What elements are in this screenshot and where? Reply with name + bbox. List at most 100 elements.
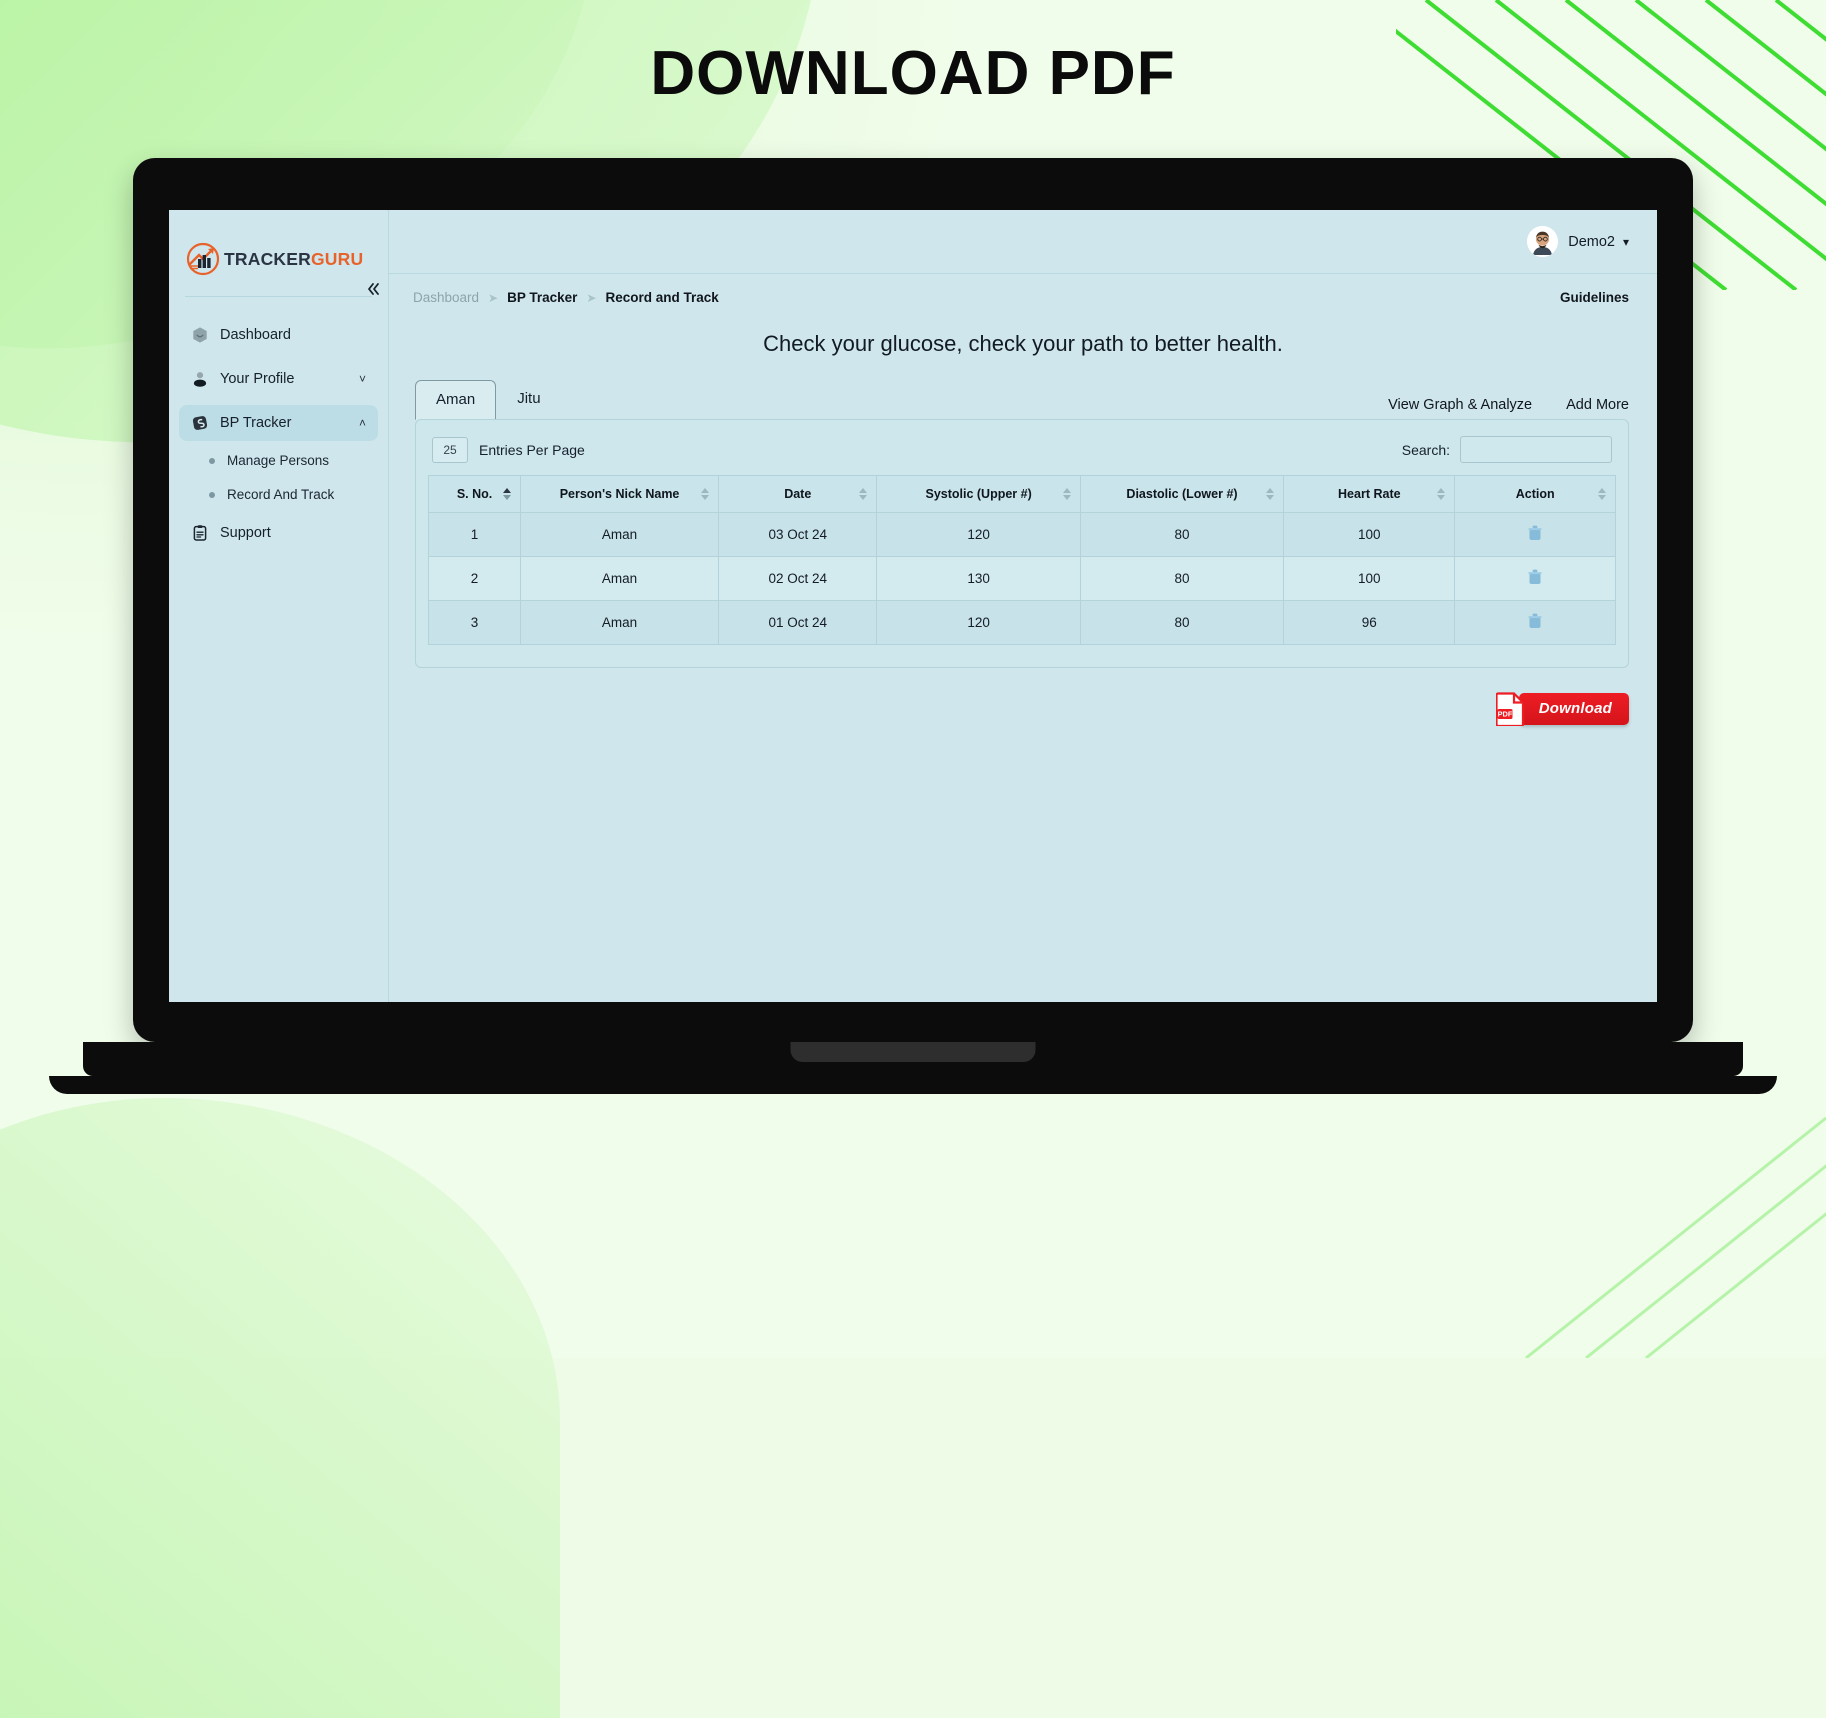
cell-nick-name: Aman bbox=[520, 512, 720, 557]
chevron-left-double-icon[interactable] bbox=[362, 278, 384, 300]
add-more-link[interactable]: Add More bbox=[1566, 397, 1629, 413]
breadcrumb-item-bp-tracker[interactable]: BP Tracker bbox=[507, 290, 577, 305]
cell-diastolic: 80 bbox=[1079, 556, 1285, 601]
tab-jitu[interactable]: Jitu bbox=[496, 379, 561, 419]
dashboard-icon bbox=[191, 326, 209, 344]
column-header-heart-rate[interactable]: Heart Rate bbox=[1283, 475, 1456, 513]
laptop-body: TRACKERGURU Dashboard Your Profile ˅ BP … bbox=[133, 158, 1693, 1042]
page-title: DOWNLOAD PDF bbox=[650, 39, 1176, 108]
sidebar-subitem-label: Record And Track bbox=[227, 487, 335, 502]
cell-date: 01 Oct 24 bbox=[718, 600, 878, 645]
sidebar-item-your-profile[interactable]: Your Profile ˅ bbox=[179, 361, 378, 397]
bullet-icon bbox=[209, 457, 215, 464]
breadcrumb-bar: Dashboard ➤ BP Tracker ➤ Record and Trac… bbox=[389, 274, 1657, 305]
cell-nick-name: Aman bbox=[520, 556, 720, 601]
breadcrumb-item-record-and-track[interactable]: Record and Track bbox=[605, 290, 718, 305]
breadcrumb-separator-icon: ➤ bbox=[488, 290, 499, 305]
column-label: Action bbox=[1515, 487, 1555, 501]
laptop-screen: TRACKERGURU Dashboard Your Profile ˅ BP … bbox=[169, 210, 1657, 1002]
entries-per-page-select[interactable]: 25 bbox=[432, 436, 468, 463]
sidebar-subnav: Manage Persons Record And Track bbox=[179, 447, 378, 508]
column-header-sno[interactable]: S. No. bbox=[427, 475, 522, 513]
sort-icon[interactable] bbox=[1062, 488, 1071, 500]
view-graph-analyze-link[interactable]: View Graph & Analyze bbox=[1388, 397, 1532, 413]
laptop-trackpad-notch bbox=[790, 1042, 1036, 1062]
sidebar-item-manage-persons[interactable]: Manage Persons bbox=[207, 447, 378, 474]
sort-icon[interactable] bbox=[1598, 488, 1606, 500]
cell-sno: 3 bbox=[427, 600, 522, 645]
chevron-down-icon: ˅ bbox=[358, 372, 366, 386]
laptop-base bbox=[83, 1042, 1743, 1076]
entries-per-page: 25 Entries Per Page bbox=[432, 436, 585, 463]
cell-heart-rate: 96 bbox=[1283, 600, 1456, 645]
cell-action bbox=[1454, 512, 1616, 557]
laptop-foot bbox=[49, 1076, 1777, 1094]
cell-systolic: 120 bbox=[876, 600, 1081, 645]
topbar: Demo2 ▾ bbox=[389, 210, 1657, 274]
table-body: 1 Aman 03 Oct 24 120 80 100 2 Aman 02 Oc… bbox=[427, 512, 1616, 645]
column-header-date[interactable]: Date bbox=[718, 475, 878, 513]
column-header-nick-name[interactable]: Person's Nick Name bbox=[520, 475, 720, 513]
search-input[interactable] bbox=[1460, 436, 1612, 463]
search-label: Search: bbox=[1401, 441, 1450, 458]
column-header-diastolic[interactable]: Diastolic (Lower #) bbox=[1079, 475, 1285, 513]
guidelines-link[interactable]: Guidelines bbox=[1560, 290, 1629, 305]
column-label: Date bbox=[784, 487, 812, 501]
sort-icon[interactable] bbox=[1437, 488, 1446, 500]
cell-systolic: 120 bbox=[876, 512, 1081, 557]
brand-name: TRACKERGURU bbox=[224, 249, 363, 270]
sort-icon[interactable] bbox=[701, 488, 710, 500]
table-row: 2 Aman 02 Oct 24 130 80 100 bbox=[427, 556, 1616, 601]
cell-heart-rate: 100 bbox=[1283, 512, 1456, 557]
svg-text:PDF: PDF bbox=[1497, 710, 1512, 719]
tabs: Aman Jitu bbox=[415, 379, 562, 420]
column-label: Diastolic (Lower #) bbox=[1126, 487, 1238, 501]
column-label: Heart Rate bbox=[1338, 487, 1401, 501]
records-table: S. No. Person's Nick Name Date Systolic … bbox=[427, 475, 1616, 645]
sidebar-item-record-and-track[interactable]: Record And Track bbox=[207, 481, 378, 508]
main-content: Demo2 ▾ Dashboard ➤ BP Tracker ➤ Record … bbox=[389, 210, 1657, 1002]
sidebar-item-support[interactable]: Support bbox=[179, 515, 378, 551]
cell-date: 02 Oct 24 bbox=[718, 556, 878, 601]
sidebar-item-label: BP Tracker bbox=[220, 415, 292, 431]
chevron-down-icon[interactable]: ▾ bbox=[1623, 235, 1629, 249]
trash-icon[interactable] bbox=[1528, 569, 1542, 585]
cell-action bbox=[1454, 556, 1616, 601]
bp-tracker-icon bbox=[191, 414, 209, 432]
brand[interactable]: TRACKERGURU bbox=[169, 220, 388, 294]
sidebar-item-bp-tracker[interactable]: BP Tracker ˄ bbox=[179, 405, 378, 441]
column-label: S. No. bbox=[456, 487, 493, 501]
trash-icon[interactable] bbox=[1528, 525, 1542, 541]
search-area: Search: bbox=[1402, 436, 1612, 463]
page-headline: Check your glucose, check your path to b… bbox=[763, 331, 1283, 356]
cell-sno: 1 bbox=[427, 512, 522, 557]
table-panel: 25 Entries Per Page Search: S. No. Perso… bbox=[415, 419, 1629, 668]
chart-arrow-logo-icon bbox=[186, 242, 220, 276]
table-row: 1 Aman 03 Oct 24 120 80 100 bbox=[427, 512, 1616, 557]
sort-icon[interactable] bbox=[1266, 488, 1275, 500]
trash-icon[interactable] bbox=[1528, 613, 1542, 629]
clipboard-icon bbox=[191, 524, 209, 542]
download-button[interactable]: PDF Download bbox=[1495, 692, 1629, 728]
breadcrumb-item-dashboard[interactable]: Dashboard bbox=[413, 290, 479, 305]
sidebar-item-label: Dashboard bbox=[220, 327, 291, 343]
table-header-row: S. No. Person's Nick Name Date Systolic … bbox=[427, 475, 1616, 513]
brand-name-part1: TRACKER bbox=[224, 248, 311, 269]
tab-actions: View Graph & Analyze Add More bbox=[1388, 397, 1629, 419]
sort-icon[interactable] bbox=[859, 488, 868, 500]
avatar[interactable] bbox=[1527, 226, 1559, 257]
tab-aman[interactable]: Aman bbox=[415, 380, 497, 420]
column-header-systolic[interactable]: Systolic (Upper #) bbox=[876, 475, 1081, 513]
pdf-file-icon: PDF bbox=[1495, 692, 1525, 728]
chevron-up-icon: ˄ bbox=[358, 416, 366, 430]
user-icon bbox=[191, 370, 209, 388]
download-row: PDF Download bbox=[389, 668, 1657, 728]
download-button-label: Download bbox=[1518, 693, 1629, 725]
sidebar-item-dashboard[interactable]: Dashboard bbox=[179, 317, 378, 353]
laptop-mockup: TRACKERGURU Dashboard Your Profile ˅ BP … bbox=[49, 158, 1777, 1094]
column-header-action[interactable]: Action bbox=[1454, 475, 1616, 513]
sort-icon[interactable] bbox=[503, 488, 512, 500]
cell-diastolic: 80 bbox=[1079, 512, 1285, 557]
cell-systolic: 130 bbox=[876, 556, 1081, 601]
bullet-icon bbox=[209, 491, 215, 498]
